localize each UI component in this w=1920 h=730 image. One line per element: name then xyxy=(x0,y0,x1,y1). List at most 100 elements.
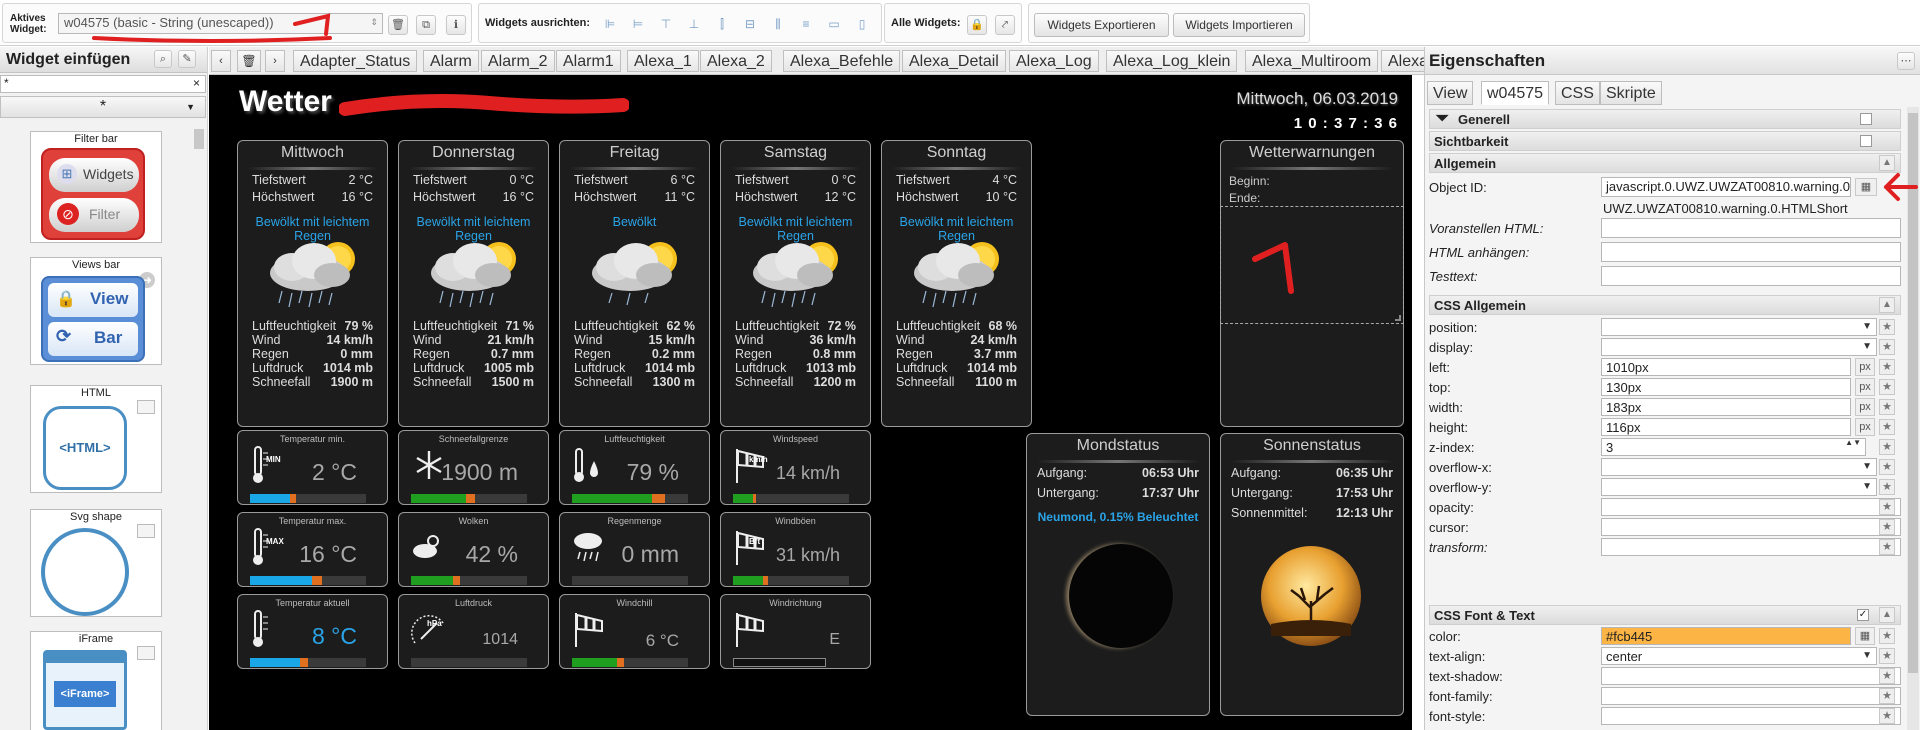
info-widget-button[interactable]: ℹ xyxy=(446,15,466,35)
lock-all-button[interactable]: 🔒 xyxy=(967,15,987,35)
tab-alexa-2[interactable]: Alexa_2 xyxy=(700,50,772,72)
tab-alexa-multiroom[interactable]: Alexa_Multiroom xyxy=(1245,50,1379,72)
align-hcenter-icon[interactable]: ⊟ xyxy=(741,15,759,33)
tab-alexa-log-klein[interactable]: Alexa_Log_klein xyxy=(1106,50,1238,72)
section-css-allgemein[interactable]: CSS Allgemein xyxy=(1429,295,1901,315)
palette-card-svg-shape[interactable]: Svg shape xyxy=(30,509,162,617)
star-icon[interactable]: ★ xyxy=(1879,459,1895,475)
palette-card-views-bar[interactable]: Views bar ➜ View 🔒 Bar ⟳ xyxy=(30,257,162,365)
tabs-trash-icon[interactable]: 🗑 xyxy=(237,50,261,72)
css-prop-input[interactable] xyxy=(1601,538,1901,556)
star-icon[interactable]: ★ xyxy=(1879,499,1895,515)
star-icon[interactable]: ★ xyxy=(1879,319,1895,335)
tab-widget[interactable]: w04575 xyxy=(1481,81,1550,105)
widgetset-select[interactable]: * ▼ xyxy=(0,96,206,118)
sichtbarkeit-checkbox[interactable] xyxy=(1860,135,1872,147)
css-prop-input[interactable]: ▼ xyxy=(1601,478,1877,496)
section-generell[interactable]: Generell ⏷ xyxy=(1429,109,1901,129)
star-icon[interactable]: ★ xyxy=(1879,688,1895,704)
align-right-icon[interactable]: ⊨ xyxy=(629,15,647,33)
palette-card-filter-bar[interactable]: Filter bar Widgets ⊞ Filter ⊘ xyxy=(30,131,162,243)
copy-widget-button[interactable]: ⧉ xyxy=(416,15,436,35)
tab-css[interactable]: CSS xyxy=(1555,81,1600,105)
star-icon[interactable]: ★ xyxy=(1879,539,1895,555)
align-top-icon[interactable]: ⊤ xyxy=(657,15,675,33)
css-font-checkbox[interactable]: ✓ xyxy=(1857,609,1869,621)
tab-view[interactable]: View xyxy=(1427,81,1474,105)
css-prop-input[interactable]: 183px xyxy=(1601,398,1851,416)
export-widgets-button[interactable]: Widgets Exportieren xyxy=(1034,13,1169,37)
star-icon[interactable]: ★ xyxy=(1879,439,1895,455)
star-icon[interactable]: ★ xyxy=(1879,648,1895,664)
palette-scrollbar[interactable] xyxy=(194,129,204,149)
same-width-icon[interactable]: ▭ xyxy=(825,15,843,33)
section-css-font[interactable]: CSS Font & Text xyxy=(1429,605,1901,625)
css-prop-input[interactable]: ▼ xyxy=(1601,458,1877,476)
css-prop-input[interactable] xyxy=(1601,707,1901,725)
tab-alexa[interactable]: Alexa xyxy=(1381,50,1424,72)
tab-alarm-2[interactable]: Alarm_2 xyxy=(481,50,555,72)
distribute-v-icon[interactable]: ≡ xyxy=(797,15,815,33)
filter-input[interactable]: * × xyxy=(0,75,206,93)
star-icon[interactable]: ★ xyxy=(1879,519,1895,535)
css-prop-input[interactable]: 3 ▲▼ xyxy=(1601,438,1866,456)
tab-alarm[interactable]: Alarm xyxy=(423,50,479,72)
open-all-button[interactable]: ⤤ xyxy=(995,15,1015,35)
clear-filter-icon[interactable]: × xyxy=(193,76,200,90)
testtext-input[interactable] xyxy=(1601,266,1901,286)
section-allgemein[interactable]: Allgemein xyxy=(1429,153,1901,173)
tab-alexa-befehle[interactable]: Alexa_Befehle xyxy=(783,50,901,72)
color-picker-button[interactable]: ▦ xyxy=(1855,627,1875,645)
px-unit-button[interactable]: px xyxy=(1855,378,1875,396)
css-prop-input[interactable] xyxy=(1601,667,1901,685)
collapse-up-icon[interactable]: ▲ xyxy=(1879,297,1895,313)
css-prop-input[interactable] xyxy=(1601,687,1901,705)
import-widgets-button[interactable]: Widgets Importieren xyxy=(1173,13,1305,37)
palette-card-iframe[interactable]: iFrame <iFrame> xyxy=(30,631,162,730)
css-prop-input[interactable]: 130px xyxy=(1601,378,1851,396)
align-left-icon[interactable]: ⊫ xyxy=(601,15,619,33)
px-unit-button[interactable]: px xyxy=(1855,398,1875,416)
css-prop-input[interactable]: 1010px xyxy=(1601,358,1851,376)
star-icon[interactable]: ★ xyxy=(1879,668,1895,684)
same-height-icon[interactable]: ▯ xyxy=(853,15,871,33)
collapse-up-icon[interactable]: ▲ xyxy=(1879,607,1895,623)
search-icon[interactable]: ⌕ xyxy=(154,50,172,68)
generell-checkbox[interactable] xyxy=(1860,113,1872,125)
star-icon[interactable]: ★ xyxy=(1879,359,1895,375)
section-sichtbarkeit[interactable]: Sichtbarkeit xyxy=(1429,131,1901,151)
px-unit-button[interactable]: px xyxy=(1855,418,1875,436)
align-vcenter-icon[interactable]: ⫿ xyxy=(713,15,731,33)
distribute-h-icon[interactable]: ⫼ xyxy=(769,15,787,33)
panel-menu-icon[interactable]: ⋯ xyxy=(1897,52,1915,70)
px-unit-button[interactable]: px xyxy=(1855,358,1875,376)
star-icon[interactable]: ★ xyxy=(1879,479,1895,495)
delete-widget-button[interactable]: 🗑 xyxy=(388,15,408,35)
css-prop-input[interactable]: #fcb445 xyxy=(1601,627,1851,645)
css-prop-input[interactable] xyxy=(1601,518,1901,536)
star-icon[interactable]: ★ xyxy=(1879,339,1895,355)
tab-skripte[interactable]: Skripte xyxy=(1600,81,1662,105)
tab-alexa-log[interactable]: Alexa_Log xyxy=(1009,50,1099,72)
tab-alexa-1[interactable]: Alexa_1 xyxy=(627,50,699,72)
tab-adapter-status[interactable]: Adapter_Status xyxy=(293,50,418,72)
star-icon[interactable]: ★ xyxy=(1879,399,1895,415)
star-icon[interactable]: ★ xyxy=(1879,379,1895,395)
star-icon[interactable]: ★ xyxy=(1879,628,1895,644)
tabs-prev-icon[interactable]: ‹ xyxy=(211,50,231,72)
append-html-input[interactable] xyxy=(1601,242,1901,262)
align-bottom-icon[interactable]: ⊥ xyxy=(685,15,703,33)
resize-handle[interactable] xyxy=(1395,315,1401,321)
tab-alexa-detail[interactable]: Alexa_Detail xyxy=(902,50,1006,72)
css-prop-input[interactable]: center ▼ xyxy=(1601,647,1877,665)
css-prop-input[interactable]: 116px xyxy=(1601,418,1851,436)
css-prop-input[interactable]: ▼ xyxy=(1601,338,1877,356)
css-prop-input[interactable] xyxy=(1601,498,1901,516)
tag-icon[interactable]: ✎ xyxy=(178,50,196,68)
css-prop-input[interactable]: ▼ xyxy=(1601,318,1877,336)
star-icon[interactable]: ★ xyxy=(1879,708,1895,724)
palette-card-html[interactable]: HTML <HTML> xyxy=(30,385,162,493)
tab-alarm1[interactable]: Alarm1 xyxy=(556,50,621,72)
selected-widget-outline[interactable] xyxy=(1220,206,1404,324)
object-id-browse-button[interactable]: ▦ xyxy=(1855,178,1877,196)
